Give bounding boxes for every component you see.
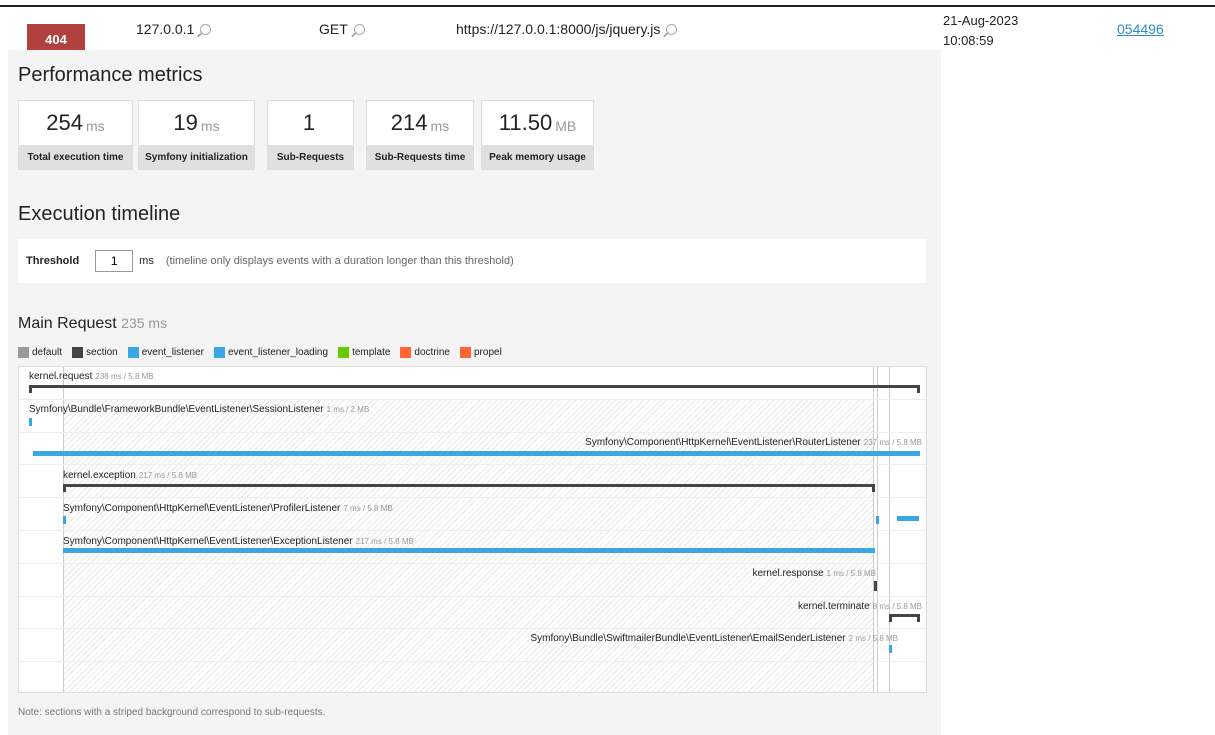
timeline-event[interactable]: kernel.request 238 ms / 5.8 MB	[29, 371, 154, 382]
top-border	[0, 5, 1215, 7]
metric-label: Total execution time	[19, 145, 132, 170]
search-icon[interactable]	[200, 23, 212, 35]
legend-item-default[interactable]: default	[18, 347, 62, 358]
metric-symfony-init: 19 ms Symfony initialization	[138, 100, 255, 170]
event-bar	[874, 581, 877, 591]
timeline-title: Execution timeline	[18, 203, 181, 225]
url-value: https://127.0.0.1:8000/js/jquery.js	[456, 21, 661, 37]
performance-title: Performance metrics	[18, 64, 203, 86]
legend-swatch	[127, 347, 139, 358]
threshold-unit: ms	[139, 255, 154, 267]
metric-value: 19	[173, 110, 198, 135]
metric-peak-memory: 11.50 MB Peak memory usage	[481, 100, 594, 170]
method-filter[interactable]: GET	[319, 21, 365, 37]
url-filter[interactable]: https://127.0.0.1:8000/js/jquery.js	[456, 21, 678, 37]
timeline-event[interactable]: Symfony\Component\HttpKernel\EventListen…	[585, 437, 922, 448]
metric-value: 11.50	[498, 110, 553, 135]
event-bar	[63, 484, 875, 487]
metric-sub-requests-time: 214 ms Sub-Requests time	[366, 100, 474, 170]
threshold-hint: (timeline only displays events with a du…	[165, 255, 514, 267]
main-request-duration: 235 ms	[121, 315, 168, 331]
search-icon[interactable]	[666, 23, 678, 35]
event-bar	[29, 385, 920, 388]
legend-swatch	[460, 347, 471, 358]
request-datetime: 21-Aug-2023 10:08:59	[943, 11, 1018, 51]
timeline-event[interactable]: Symfony\Component\HttpKernel\EventListen…	[63, 503, 393, 514]
threshold-input[interactable]	[95, 250, 134, 272]
metric-value: 1	[302, 110, 316, 135]
metric-label: Sub-Requests time	[367, 145, 473, 170]
ip-value: 127.0.0.1	[136, 21, 195, 37]
main-request-heading: Main Request 235 ms	[18, 315, 167, 333]
legend-item-event-listener-loading[interactable]: event_listener_loading	[213, 347, 328, 358]
metric-unit: ms	[86, 118, 105, 134]
metric-unit: ms	[200, 118, 220, 134]
request-date: 21-Aug-2023	[943, 13, 1019, 28]
metric-value: 214	[390, 110, 428, 135]
threshold-form: Threshold ms (timeline only displays eve…	[18, 239, 926, 283]
metric-label: Peak memory usage	[482, 145, 593, 170]
timeline-note: Note: sections with a striped background…	[18, 707, 326, 718]
threshold-label: Threshold	[26, 255, 80, 267]
timeline-event[interactable]: kernel.terminate 8 ms / 5.8 MB	[798, 601, 922, 612]
event-bar	[889, 614, 920, 617]
legend-swatch	[213, 347, 225, 358]
request-time: 10:08:59	[943, 33, 994, 48]
timeline-event[interactable]: Symfony\Bundle\SwiftmailerBundle\EventLi…	[530, 633, 898, 644]
metric-total-execution: 254 ms Total execution time	[18, 100, 133, 170]
ip-filter[interactable]: 127.0.0.1	[136, 21, 212, 37]
metric-sub-requests: 1 Sub-Requests	[267, 100, 354, 170]
profiler-panel: Performance metrics 254 ms Total executio…	[8, 50, 941, 735]
legend-item-propel[interactable]: propel	[460, 347, 502, 358]
legend-swatch	[18, 347, 29, 358]
legend-item-template[interactable]: template	[338, 347, 390, 358]
metric-unit: ms	[430, 118, 450, 134]
legend-item-event-listener[interactable]: event_listener	[127, 347, 204, 358]
metric-label: Sub-Requests	[268, 145, 353, 170]
event-bar	[63, 516, 66, 524]
timeline-event[interactable]: Symfony\Bundle\FrameworkBundle\EventList…	[29, 404, 369, 415]
search-icon[interactable]	[353, 23, 365, 35]
timeline-legend: default section event_listener event_lis…	[18, 347, 508, 358]
legend-swatch	[72, 347, 84, 358]
timeline-event[interactable]: Symfony\Component\HttpKernel\EventListen…	[63, 536, 414, 547]
metric-value: 254	[46, 110, 84, 135]
timeline-graph: kernel.request 238 ms / 5.8 MB Symfony\Bu…	[18, 366, 927, 693]
legend-swatch	[400, 347, 412, 358]
event-bar	[889, 645, 892, 653]
event-bar	[63, 548, 875, 553]
timeline-event[interactable]: kernel.response 1 ms / 5.8 MB	[752, 568, 876, 579]
method-value: GET	[319, 21, 348, 37]
main-request-title: Main Request	[18, 315, 117, 332]
request-summary-header: 404 127.0.0.1 GET https://127.0.0.1:8000…	[0, 8, 1215, 54]
legend-item-doctrine[interactable]: doctrine	[400, 347, 450, 358]
event-bar	[29, 418, 32, 426]
token-link[interactable]: 054496	[1117, 21, 1164, 37]
legend-swatch	[338, 347, 350, 358]
timeline-event[interactable]: kernel.exception 217 ms / 5.8 MB	[63, 470, 197, 481]
metric-label: Symfony initialization	[139, 145, 254, 170]
metric-unit: MB	[555, 118, 577, 134]
event-bar	[33, 451, 920, 456]
legend-item-section[interactable]: section	[72, 347, 118, 358]
